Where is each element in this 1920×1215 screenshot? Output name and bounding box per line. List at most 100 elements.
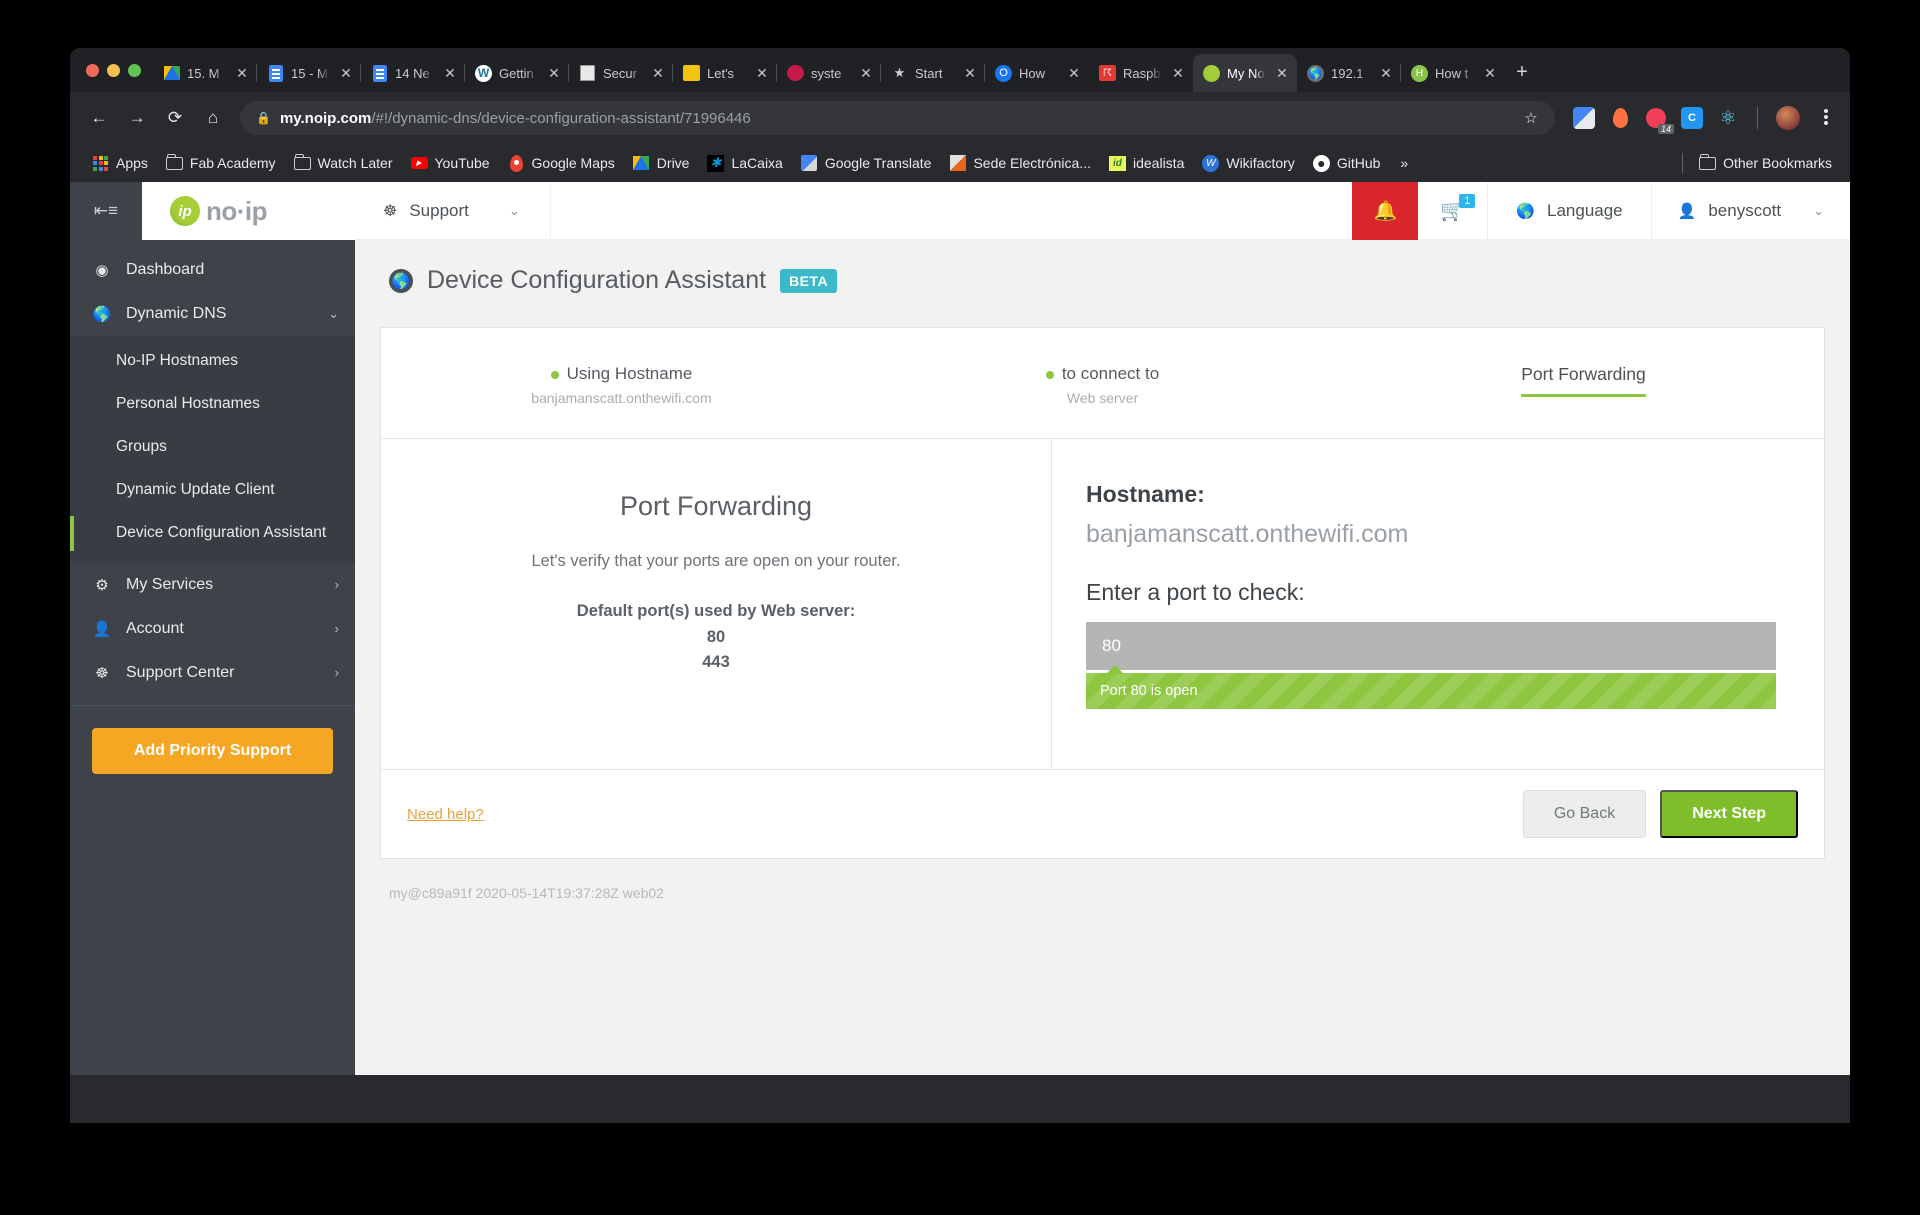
close-icon[interactable]: ✕ — [1169, 65, 1187, 82]
user-menu[interactable]: 👤 benyscott ⌄ — [1652, 182, 1850, 240]
sidebar-collapse-icon[interactable]: ⇤≡ — [70, 201, 142, 221]
step-port-forwarding[interactable]: Port Forwarding — [1343, 364, 1824, 397]
port-input[interactable] — [1085, 622, 1776, 670]
browser-tab[interactable]: ★ Start ✕ — [880, 54, 985, 92]
sidebar-item-dynamic-update-client[interactable]: Dynamic Update Client — [70, 469, 355, 512]
sidebar-item-personal-hostnames[interactable]: Personal Hostnames — [70, 383, 355, 426]
chevron-down-icon: ⌄ — [1813, 202, 1824, 218]
close-icon[interactable]: ✕ — [441, 65, 459, 82]
bookmark-sede-electronica[interactable]: Sede Electrónica... — [941, 151, 1099, 176]
close-icon[interactable]: ✕ — [649, 65, 667, 82]
assistant-card: Using Hostname banjamanscatt.onthewifi.c… — [380, 327, 1825, 859]
bookmark-label: Watch Later — [317, 155, 393, 171]
browser-tab-active[interactable]: My No ✕ — [1193, 54, 1297, 92]
bookmark-google-translate[interactable]: Google Translate — [793, 151, 940, 176]
bookmark-apps[interactable]: Apps — [84, 151, 156, 176]
bookmark-star-icon[interactable]: ☆ — [1517, 109, 1545, 127]
close-icon[interactable]: ✕ — [337, 65, 355, 82]
noip-logo[interactable]: ip no·ip — [142, 182, 355, 240]
support-menu[interactable]: ☸ Support ⌄ — [355, 182, 551, 240]
close-window-button[interactable] — [86, 63, 99, 77]
step-using-hostname[interactable]: Using Hostname banjamanscatt.onthewifi.c… — [381, 364, 862, 406]
sidebar-item-account[interactable]: 👤 Account › — [70, 607, 355, 651]
lets-encrypt-icon — [683, 65, 700, 81]
bookmark-label: Wikifactory — [1226, 155, 1295, 171]
tab-list: 15. M ✕ 15 - M ✕ 14 Ne ✕ W Gettin ✕ Secu… — [153, 48, 1850, 92]
back-button[interactable]: ← — [82, 101, 116, 135]
sidebar-item-no-ip-hostnames[interactable]: No-IP Hostnames — [70, 340, 355, 383]
sidebar-header: ⇤≡ ip no·ip — [70, 182, 355, 240]
browser-tab[interactable]: O How ✕ — [984, 54, 1089, 92]
step-to-connect-to[interactable]: to connect to Web server — [862, 364, 1343, 406]
sidebar-subnav: No-IP Hostnames Personal Hostnames Group… — [70, 336, 355, 563]
browser-tab[interactable]: Let's ✕ — [672, 54, 777, 92]
bookmark-drive[interactable]: Drive — [625, 151, 698, 176]
bookmark-idealista[interactable]: id idealista — [1101, 151, 1192, 176]
sidebar-subitem-label: Personal Hostnames — [116, 394, 260, 412]
forward-button[interactable]: → — [120, 101, 154, 135]
drop-extension-icon[interactable] — [1609, 107, 1631, 129]
bookmark-youtube[interactable]: ▶ YouTube — [403, 151, 498, 176]
new-tab-button[interactable]: + — [1505, 55, 1539, 89]
sidebar-item-device-configuration-assistant[interactable]: Device Configuration Assistant — [70, 512, 355, 555]
need-help-link[interactable]: Need help? — [407, 806, 484, 823]
sidebar-item-groups[interactable]: Groups — [70, 426, 355, 469]
footer-actions: Go Back Next Step — [1522, 790, 1798, 838]
bookmark-fab-academy[interactable]: Fab Academy — [158, 151, 284, 176]
home-button[interactable]: ⌂ — [196, 101, 230, 135]
close-icon[interactable]: ✕ — [545, 65, 563, 82]
close-icon[interactable]: ✕ — [857, 65, 875, 82]
notifications-button[interactable]: 🔔 — [1352, 182, 1419, 240]
cart-button[interactable]: 🛒 1 — [1418, 182, 1489, 240]
lock-icon: 🔒 — [256, 111, 271, 125]
reload-button[interactable]: ⟳ — [158, 101, 192, 135]
close-icon[interactable]: ✕ — [1273, 65, 1291, 82]
browser-tab[interactable]: Secur ✕ — [568, 54, 673, 92]
bookmark-lacaixa[interactable]: ✱ LaCaixa — [699, 151, 790, 176]
browser-tab[interactable]: 14 Ne ✕ — [360, 54, 465, 92]
close-icon[interactable]: ✕ — [1065, 65, 1083, 82]
sidebar-item-dynamic-dns[interactable]: 🌎 Dynamic DNS ⌄ — [70, 292, 355, 336]
how-to-icon: O — [995, 64, 1012, 82]
browser-tab[interactable]: ☈ Raspb ✕ — [1089, 54, 1193, 92]
address-bar[interactable]: 🔒 my.noip.com/#!/dynamic-dns/device-conf… — [240, 101, 1555, 135]
language-menu[interactable]: 🌎 Language — [1488, 182, 1652, 240]
sidebar-item-dashboard[interactable]: ◉ Dashboard — [70, 248, 355, 292]
bookmarks-overflow-button[interactable]: » — [1390, 155, 1418, 171]
extension-badge: 14 — [1657, 124, 1674, 134]
sidebar-item-label: Dashboard — [126, 261, 205, 278]
minimize-window-button[interactable] — [107, 63, 120, 77]
bookmarks-divider — [1682, 153, 1684, 173]
browser-tab[interactable]: 🌎 192.1 ✕ — [1297, 54, 1401, 92]
tab-title: Secur — [603, 65, 637, 81]
browser-tab[interactable]: 15. M ✕ — [153, 54, 257, 92]
other-bookmarks-button[interactable]: Other Bookmarks — [1691, 151, 1840, 176]
pocket-extension-icon[interactable]: 14 — [1645, 107, 1674, 134]
profile-avatar[interactable] — [1776, 106, 1800, 130]
maps-pin-icon — [508, 154, 525, 172]
close-icon[interactable]: ✕ — [1481, 65, 1499, 82]
browser-menu-button[interactable]: • • • — [1814, 104, 1838, 131]
add-priority-support-button[interactable]: Add Priority Support — [92, 727, 333, 774]
browser-tab[interactable]: syste ✕ — [776, 54, 881, 92]
maximize-window-button[interactable] — [128, 63, 141, 77]
bookmark-watch-later[interactable]: Watch Later — [286, 151, 401, 176]
bookmark-google-maps[interactable]: Google Maps — [500, 151, 623, 176]
c-extension-icon[interactable]: C — [1681, 107, 1703, 129]
react-devtools-extension-icon[interactable]: ⚛ — [1717, 107, 1739, 129]
sede-icon — [949, 155, 966, 172]
sidebar-item-my-services[interactable]: ⚙ My Services › — [70, 563, 355, 607]
translate-extension-icon[interactable] — [1573, 107, 1595, 129]
sidebar-item-support-center[interactable]: ☸ Support Center › — [70, 651, 355, 695]
close-icon[interactable]: ✕ — [961, 65, 979, 82]
close-icon[interactable]: ✕ — [753, 65, 771, 82]
bookmark-wikifactory[interactable]: W Wikifactory — [1194, 151, 1302, 176]
bookmark-github[interactable]: ● GitHub — [1305, 151, 1389, 176]
browser-tab[interactable]: H How t ✕ — [1400, 54, 1505, 92]
go-back-button[interactable]: Go Back — [1522, 790, 1647, 838]
browser-tab[interactable]: 15 - M ✕ — [256, 54, 361, 92]
browser-tab[interactable]: W Gettin ✕ — [464, 54, 569, 92]
close-icon[interactable]: ✕ — [233, 65, 251, 82]
close-icon[interactable]: ✕ — [1377, 65, 1395, 82]
next-step-button[interactable]: Next Step — [1660, 790, 1798, 838]
